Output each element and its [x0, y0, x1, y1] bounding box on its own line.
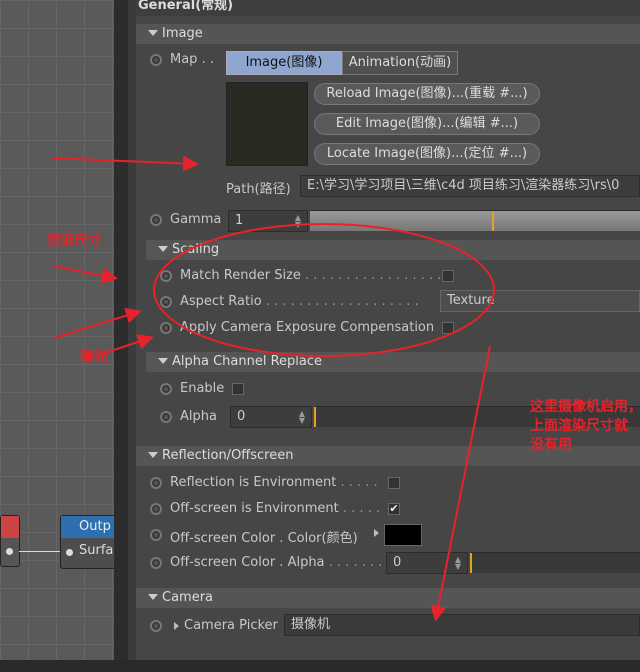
annotation-arrow [51, 155, 199, 172]
annotation-arrow [430, 345, 491, 622]
annotation-ellipse [153, 223, 495, 357]
annotation-exposure: 曝光 [80, 349, 108, 365]
annotation-note: 这里摄像机启用， 上面渲染尺寸就 没有用 [530, 399, 640, 453]
annotation-overlay [51, 155, 495, 622]
annotation-arrow [53, 307, 142, 339]
annotation-arrow [53, 265, 118, 284]
annotation-render-size: 渲染尺寸 [46, 233, 102, 249]
